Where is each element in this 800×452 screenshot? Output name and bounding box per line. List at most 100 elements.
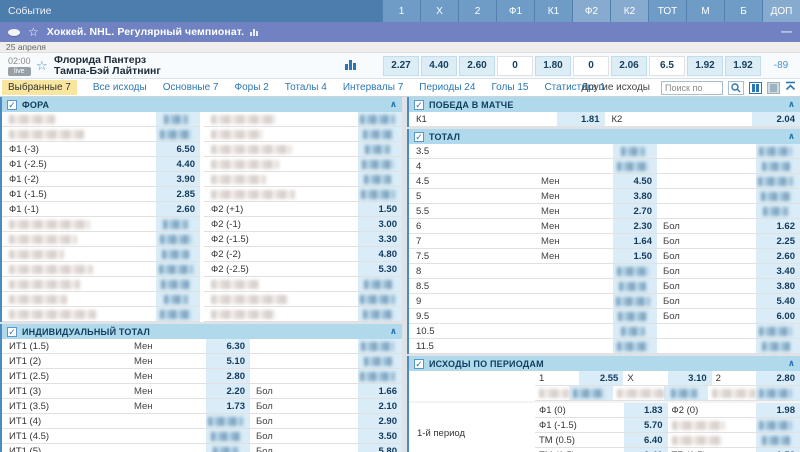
market-row[interactable]: Ф2 (+1)1.50 <box>204 202 402 217</box>
market-row[interactable]: Ф1 (-1)2.60 <box>2 202 200 217</box>
section-checkbox[interactable]: ✓ <box>414 359 424 369</box>
collapse-section-icon[interactable]: ∧ <box>788 100 795 109</box>
stats-chart-icon[interactable] <box>345 60 356 70</box>
market-row[interactable]: 7Мен1.64Бол2.25 <box>409 234 800 249</box>
odds-value[interactable]: 6.40 <box>624 433 668 447</box>
odds-value[interactable]: 3.40 <box>756 264 800 278</box>
market-row[interactable]: ИТ1 (3)Мен2.20Бол1.66 <box>2 384 402 399</box>
market-row[interactable] <box>204 157 402 172</box>
tab-выбранные-7[interactable]: Выбранные 7 <box>2 80 77 95</box>
market-row[interactable]: Ф1 (-1.5)5.70 <box>535 418 800 433</box>
event-odds-cell[interactable]: 6.5 <box>649 56 685 76</box>
market-row[interactable]: 5Мен3.80 <box>409 189 800 204</box>
odds-value[interactable]: 1.66 <box>358 384 402 398</box>
market-row[interactable]: ИТ1 (2)Мен5.10 <box>2 354 402 369</box>
one-column-view-icon[interactable] <box>767 82 780 94</box>
odds-value[interactable]: 2.90 <box>358 414 402 428</box>
market-row[interactable]: ИТ1 (5)Бол5.80 <box>2 444 402 452</box>
market-row[interactable]: ИТ1 (4)Бол2.90 <box>2 414 402 429</box>
collapse-section-icon[interactable]: ∧ <box>390 100 397 109</box>
odds-value[interactable]: 1.50 <box>358 202 402 216</box>
odds-value[interactable]: 2.04 <box>752 112 800 126</box>
collapse-league-icon[interactable]: — <box>781 26 792 38</box>
market-row[interactable]: Ф1 (-3)6.50 <box>2 142 200 157</box>
market-row[interactable]: Ф1 (-1.5)2.85 <box>2 187 200 202</box>
market-row[interactable] <box>204 187 402 202</box>
odds-value[interactable]: 2.20 <box>206 384 250 398</box>
column-header-ДОП[interactable]: ДОП <box>762 0 800 22</box>
market-row[interactable]: 6Мен2.30Бол1.62 <box>409 219 800 234</box>
odds-value[interactable]: 5.80 <box>358 444 402 452</box>
market-row[interactable] <box>2 112 200 127</box>
market-row[interactable]: ИТ1 (2.5)Мен2.80 <box>2 369 402 384</box>
market-row[interactable] <box>204 112 402 127</box>
odds-value[interactable]: 1.81 <box>557 112 605 126</box>
column-header-ТОТ[interactable]: ТОТ <box>648 0 686 22</box>
market-row[interactable]: Ф1 (0)1.83Ф2 (0)1.98 <box>535 403 800 418</box>
event-odds-cell[interactable]: 1.80 <box>535 56 571 76</box>
column-header-М[interactable]: М <box>686 0 724 22</box>
market-row[interactable]: Ф2 (-2.5)5.30 <box>204 262 402 277</box>
odds-value[interactable]: 1.58 <box>756 448 800 452</box>
odds-value[interactable]: 3.10 <box>668 371 712 385</box>
odds-value[interactable]: 5.70 <box>624 418 668 432</box>
market-row[interactable]: 9Бол5.40 <box>409 294 800 309</box>
odds-value[interactable]: 3.80 <box>613 189 657 203</box>
odds-value[interactable]: 4.40 <box>156 157 200 171</box>
favorite-star-icon[interactable]: ☆ <box>28 26 39 38</box>
market-row[interactable] <box>204 127 402 142</box>
market-row[interactable] <box>204 307 402 322</box>
market-row[interactable]: 11.5 <box>409 339 800 354</box>
odds-value[interactable]: 6.50 <box>156 142 200 156</box>
event-odds-cell[interactable]: 1.92 <box>687 56 723 76</box>
tab-тоталы-4[interactable]: Тоталы 4 <box>285 82 327 93</box>
market-row[interactable] <box>2 307 200 322</box>
market-row[interactable]: 9.5Бол6.00 <box>409 309 800 324</box>
odds-value[interactable]: 3.30 <box>358 232 402 246</box>
market-row[interactable]: Ф2 (-1.5)3.30 <box>204 232 402 247</box>
search-icon[interactable] <box>728 81 744 95</box>
market-row[interactable]: ИТ1 (1.5)Мен6.30 <box>2 339 402 354</box>
odds-value[interactable]: 2.60 <box>756 249 800 263</box>
odds-value[interactable]: 1.50 <box>613 249 657 263</box>
market-row[interactable]: 5.5Мен2.70 <box>409 204 800 219</box>
market-row[interactable]: ИТ1 (4.5)Бол3.50 <box>2 429 402 444</box>
event-odds-cell[interactable]: 4.40 <box>421 56 457 76</box>
market-row[interactable]: ТМ (1.5)2.40ТБ (1.5)1.58 <box>535 448 800 452</box>
odds-value[interactable]: 2.10 <box>358 399 402 413</box>
market-row[interactable]: 4 <box>409 159 800 174</box>
odds-value[interactable]: 2.55 <box>579 371 623 385</box>
collapse-section-icon[interactable]: ∧ <box>788 359 795 368</box>
collapse-all-icon[interactable] <box>785 81 796 94</box>
odds-value[interactable]: 2.80 <box>206 369 250 383</box>
odds-value[interactable]: 3.50 <box>358 429 402 443</box>
event-odds-cell[interactable]: 0 <box>573 56 609 76</box>
odds-value[interactable]: 1.62 <box>756 219 800 233</box>
market-row[interactable]: 4.5Мен4.50 <box>409 174 800 189</box>
column-header-К2[interactable]: К2 <box>610 0 648 22</box>
column-header-1[interactable]: 1 <box>382 0 420 22</box>
tab-основные-7[interactable]: Основные 7 <box>163 82 219 93</box>
market-row[interactable]: 8Бол3.40 <box>409 264 800 279</box>
odds-value[interactable]: 2.60 <box>156 202 200 216</box>
market-row[interactable]: Ф1 (-2)3.90 <box>2 172 200 187</box>
odds-value[interactable]: 1.83 <box>624 403 668 417</box>
column-header-Ф1[interactable]: Ф1 <box>496 0 534 22</box>
odds-value[interactable]: 3.80 <box>756 279 800 293</box>
odds-value[interactable]: 1.73 <box>206 399 250 413</box>
odds-value[interactable]: 1.98 <box>756 403 800 417</box>
event-odds-cell[interactable]: 2.27 <box>383 56 419 76</box>
odds-value[interactable]: 2.85 <box>156 187 200 201</box>
market-row[interactable] <box>204 277 402 292</box>
market-row[interactable]: 7.5Мен1.50Бол2.60 <box>409 249 800 264</box>
odds-value[interactable]: 4.50 <box>613 174 657 188</box>
section-checkbox[interactable]: ✓ <box>414 132 424 142</box>
tab-периоды-24[interactable]: Периоды 24 <box>419 82 475 93</box>
column-header-К1[interactable]: К1 <box>534 0 572 22</box>
odds-value[interactable]: 2.80 <box>756 371 800 385</box>
market-row[interactable] <box>204 172 402 187</box>
market-row[interactable] <box>2 232 200 247</box>
market-row[interactable]: Ф1 (-2.5)4.40 <box>2 157 200 172</box>
market-row[interactable]: К11.81К22.04 <box>409 112 800 127</box>
odds-value[interactable]: 5.10 <box>206 354 250 368</box>
